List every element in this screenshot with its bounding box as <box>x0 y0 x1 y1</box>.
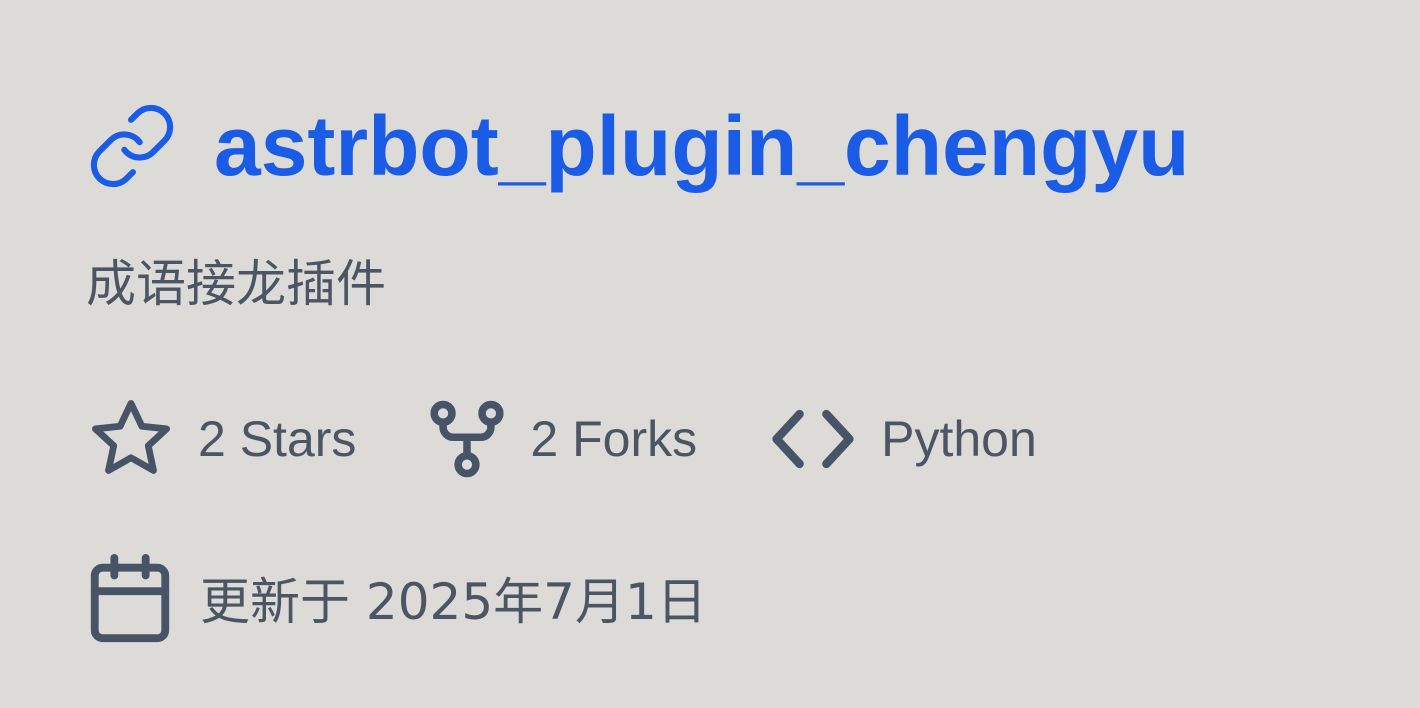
link-icon <box>86 100 178 192</box>
repo-description: 成语接龙插件 <box>86 255 386 313</box>
repo-name: astrbot_plugin_chengyu <box>214 99 1190 193</box>
forks-stat: 2 Forks <box>426 398 697 480</box>
forks-count: 2 Forks <box>530 411 698 467</box>
fork-icon <box>426 398 508 480</box>
language-label: Python <box>881 411 1037 467</box>
star-icon <box>86 394 176 484</box>
repo-card: astrbot_plugin_chengyu 成语接龙插件 2 Stars 2 … <box>0 0 1420 708</box>
updated-date: 更新于 2025年7月1日 <box>200 572 707 631</box>
language-stat: Python <box>767 393 1037 485</box>
stars-stat: 2 Stars <box>86 394 356 484</box>
code-icon <box>767 393 859 485</box>
calendar-icon <box>86 552 174 651</box>
repo-stats: 2 Stars 2 Forks Python <box>86 396 1107 482</box>
updated-row: 更新于 2025年7月1日 <box>86 552 707 651</box>
stars-count: 2 Stars <box>198 411 357 467</box>
repo-title-link[interactable]: astrbot_plugin_chengyu <box>86 96 1189 196</box>
